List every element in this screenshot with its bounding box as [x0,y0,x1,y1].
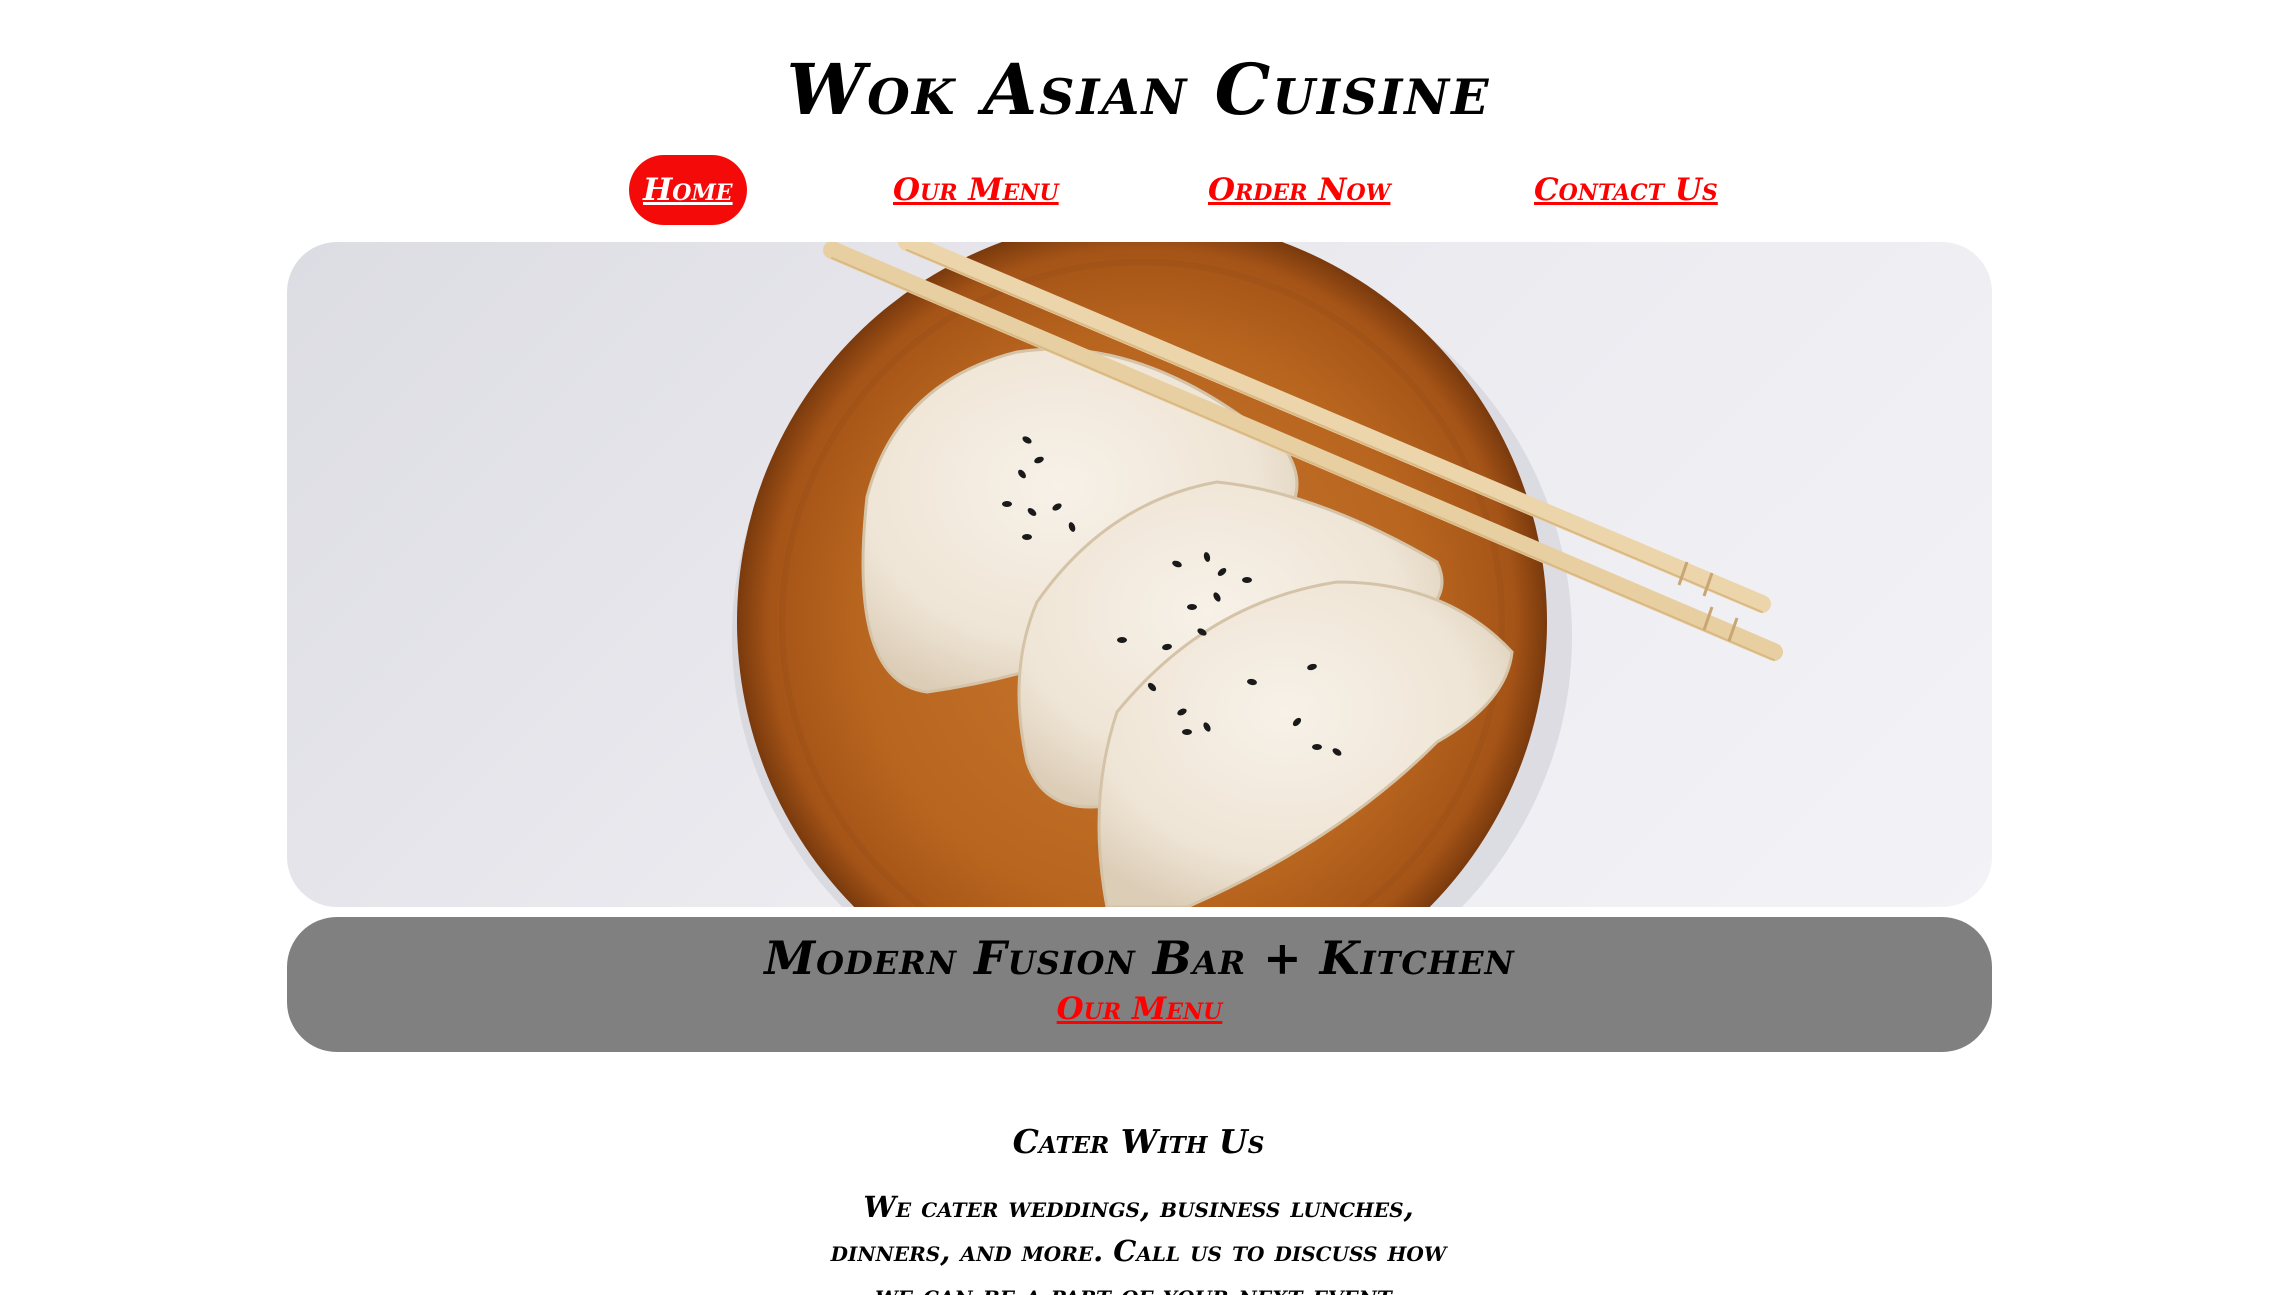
cater-text: We cater weddings, business lunches, din… [830,1190,1447,1295]
nav-our-menu[interactable]: Our Menu [893,155,1059,225]
hero-image [287,242,1992,907]
nav-order-now[interactable]: Order Now [1208,155,1390,225]
hero-banner: Modern Fusion Bar + Kitchen Our Menu [287,917,1992,1052]
main-nav: Home Our Menu Order Now Contact Us [0,155,2277,225]
page: Wok Asian Cuisine Home Our Menu Order No… [0,0,2277,1295]
banner-title: Modern Fusion Bar + Kitchen [764,931,1515,985]
dumplings-photo [732,242,1783,907]
banner-our-menu-link[interactable]: Our Menu [1057,991,1223,1027]
site-title: Wok Asian Cuisine [786,48,1491,131]
nav-home[interactable]: Home [629,155,747,225]
cater-heading: Cater With Us [1012,1122,1265,1161]
nav-contact-us[interactable]: Contact Us [1534,155,1718,225]
